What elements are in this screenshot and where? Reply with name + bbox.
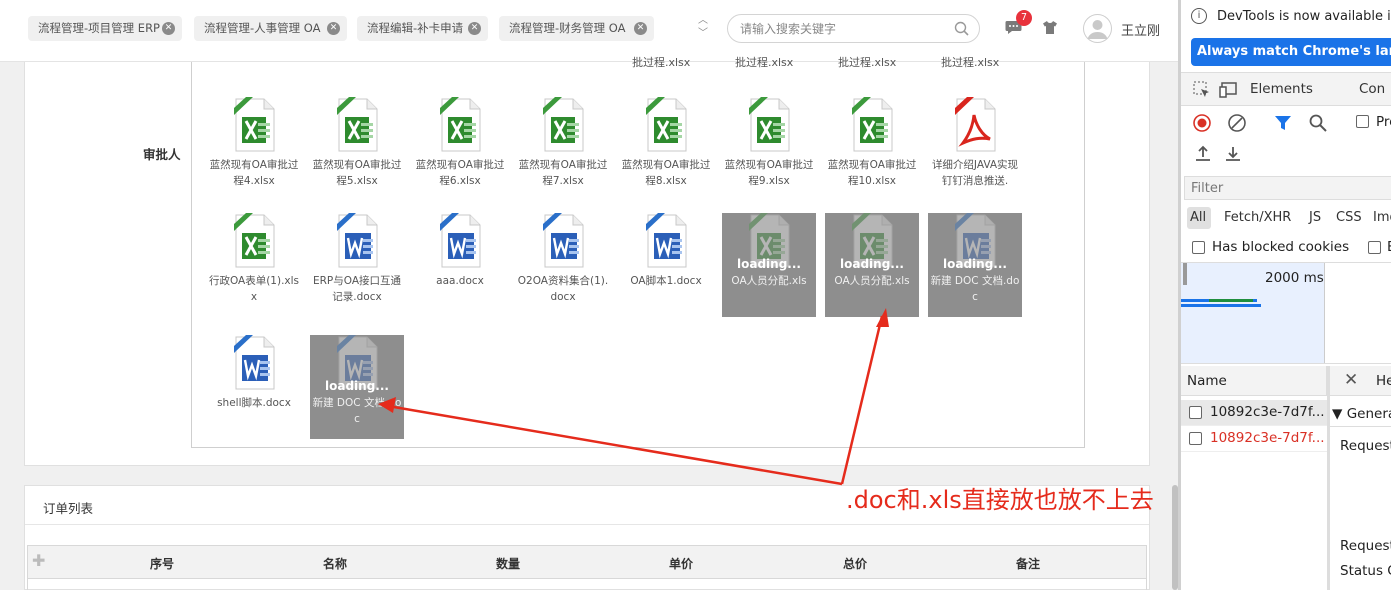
annotation-arrow	[840, 315, 884, 485]
network-toolbar-2	[1181, 141, 1391, 169]
info-icon: i	[1191, 8, 1207, 24]
record-icon[interactable]	[1193, 114, 1211, 132]
blocked-requests-checkbox[interactable]	[1368, 241, 1381, 254]
inspect-icon[interactable]	[1193, 81, 1211, 99]
request-name: 10892c3e-7d7f...	[1210, 404, 1325, 420]
language-button[interactable]: Always match Chrome's language	[1191, 38, 1391, 66]
filter-img[interactable]: Img	[1373, 207, 1391, 229]
tab-elements[interactable]: Elements	[1250, 81, 1313, 97]
detail-key: Status C	[1340, 563, 1391, 579]
filter-fetch-xhr[interactable]: Fetch/XHR	[1224, 207, 1291, 229]
preserve-log-label: Pre	[1376, 114, 1391, 130]
timeline-handle[interactable]	[1183, 263, 1187, 285]
filter-icon[interactable]	[1274, 114, 1292, 132]
app-window: 流程管理-项目管理 ERP ✕ 流程管理-人事管理 OA ✕ 流程编辑-补卡申请…	[0, 0, 1178, 590]
request-name: 10892c3e-7d7f...	[1210, 430, 1325, 446]
timeline-bar	[1181, 304, 1261, 307]
filter-input[interactable]	[1185, 177, 1365, 199]
info-text: DevTools is now available in	[1217, 9, 1391, 24]
filter-all[interactable]: All	[1187, 207, 1211, 229]
blocked-cookies-label: Has blocked cookies	[1212, 239, 1350, 255]
general-section[interactable]: ▼ Genera	[1332, 406, 1391, 422]
devtools-tabs: Elements Con	[1181, 72, 1391, 106]
annotation-arrow	[387, 404, 843, 486]
close-icon[interactable]: ✕	[1344, 370, 1358, 390]
filter-box	[1184, 176, 1391, 200]
preserve-log-checkbox[interactable]	[1356, 115, 1369, 128]
tab-console[interactable]: Con	[1359, 81, 1385, 97]
name-column-header[interactable]: Name	[1181, 366, 1327, 396]
annotation-text: .doc和.xls直接放也放不上去	[846, 486, 1154, 514]
detail-key: Request	[1340, 538, 1391, 554]
network-overview[interactable]: 2000 ms	[1181, 262, 1391, 364]
arrow-head	[876, 308, 889, 327]
general-label: Genera	[1346, 406, 1391, 422]
row-checkbox[interactable]	[1189, 406, 1202, 419]
download-icon[interactable]	[1224, 145, 1242, 163]
request-row[interactable]: 10892c3e-7d7f...	[1181, 400, 1327, 426]
arrow-head	[378, 397, 396, 413]
filter-css[interactable]: CSS	[1336, 207, 1362, 229]
blocked-requests-label: B	[1387, 239, 1391, 255]
search-icon[interactable]	[1309, 114, 1327, 132]
request-grid: Name 10892c3e-7d7f... 10892c3e-7d7f... ✕…	[1181, 366, 1391, 590]
divider	[1330, 426, 1391, 427]
timeline-bar	[1209, 299, 1253, 302]
upload-icon[interactable]	[1194, 145, 1212, 163]
timeline-label: 2000 ms	[1265, 270, 1324, 286]
device-toggle-icon[interactable]	[1219, 81, 1239, 99]
name-header-label: Name	[1187, 373, 1227, 389]
request-detail: ✕ He ▼ Genera Request Request Status C	[1329, 366, 1391, 590]
row-checkbox[interactable]	[1189, 432, 1202, 445]
tab-headers[interactable]: He	[1376, 373, 1391, 389]
request-row[interactable]: 10892c3e-7d7f...	[1181, 426, 1327, 452]
clear-icon[interactable]	[1228, 114, 1246, 132]
detail-key: Request	[1340, 438, 1391, 454]
filter-js[interactable]: JS	[1309, 207, 1321, 229]
devtools-info-bar: i DevTools is now available in	[1181, 0, 1391, 36]
blocked-cookies-checkbox[interactable]	[1192, 241, 1205, 254]
network-toolbar: Pre	[1181, 107, 1391, 139]
timeline-divider	[1324, 263, 1325, 363]
devtools-panel: i DevTools is now available in Always ma…	[1178, 0, 1391, 590]
detail-tabs: ✕ He	[1330, 366, 1391, 396]
